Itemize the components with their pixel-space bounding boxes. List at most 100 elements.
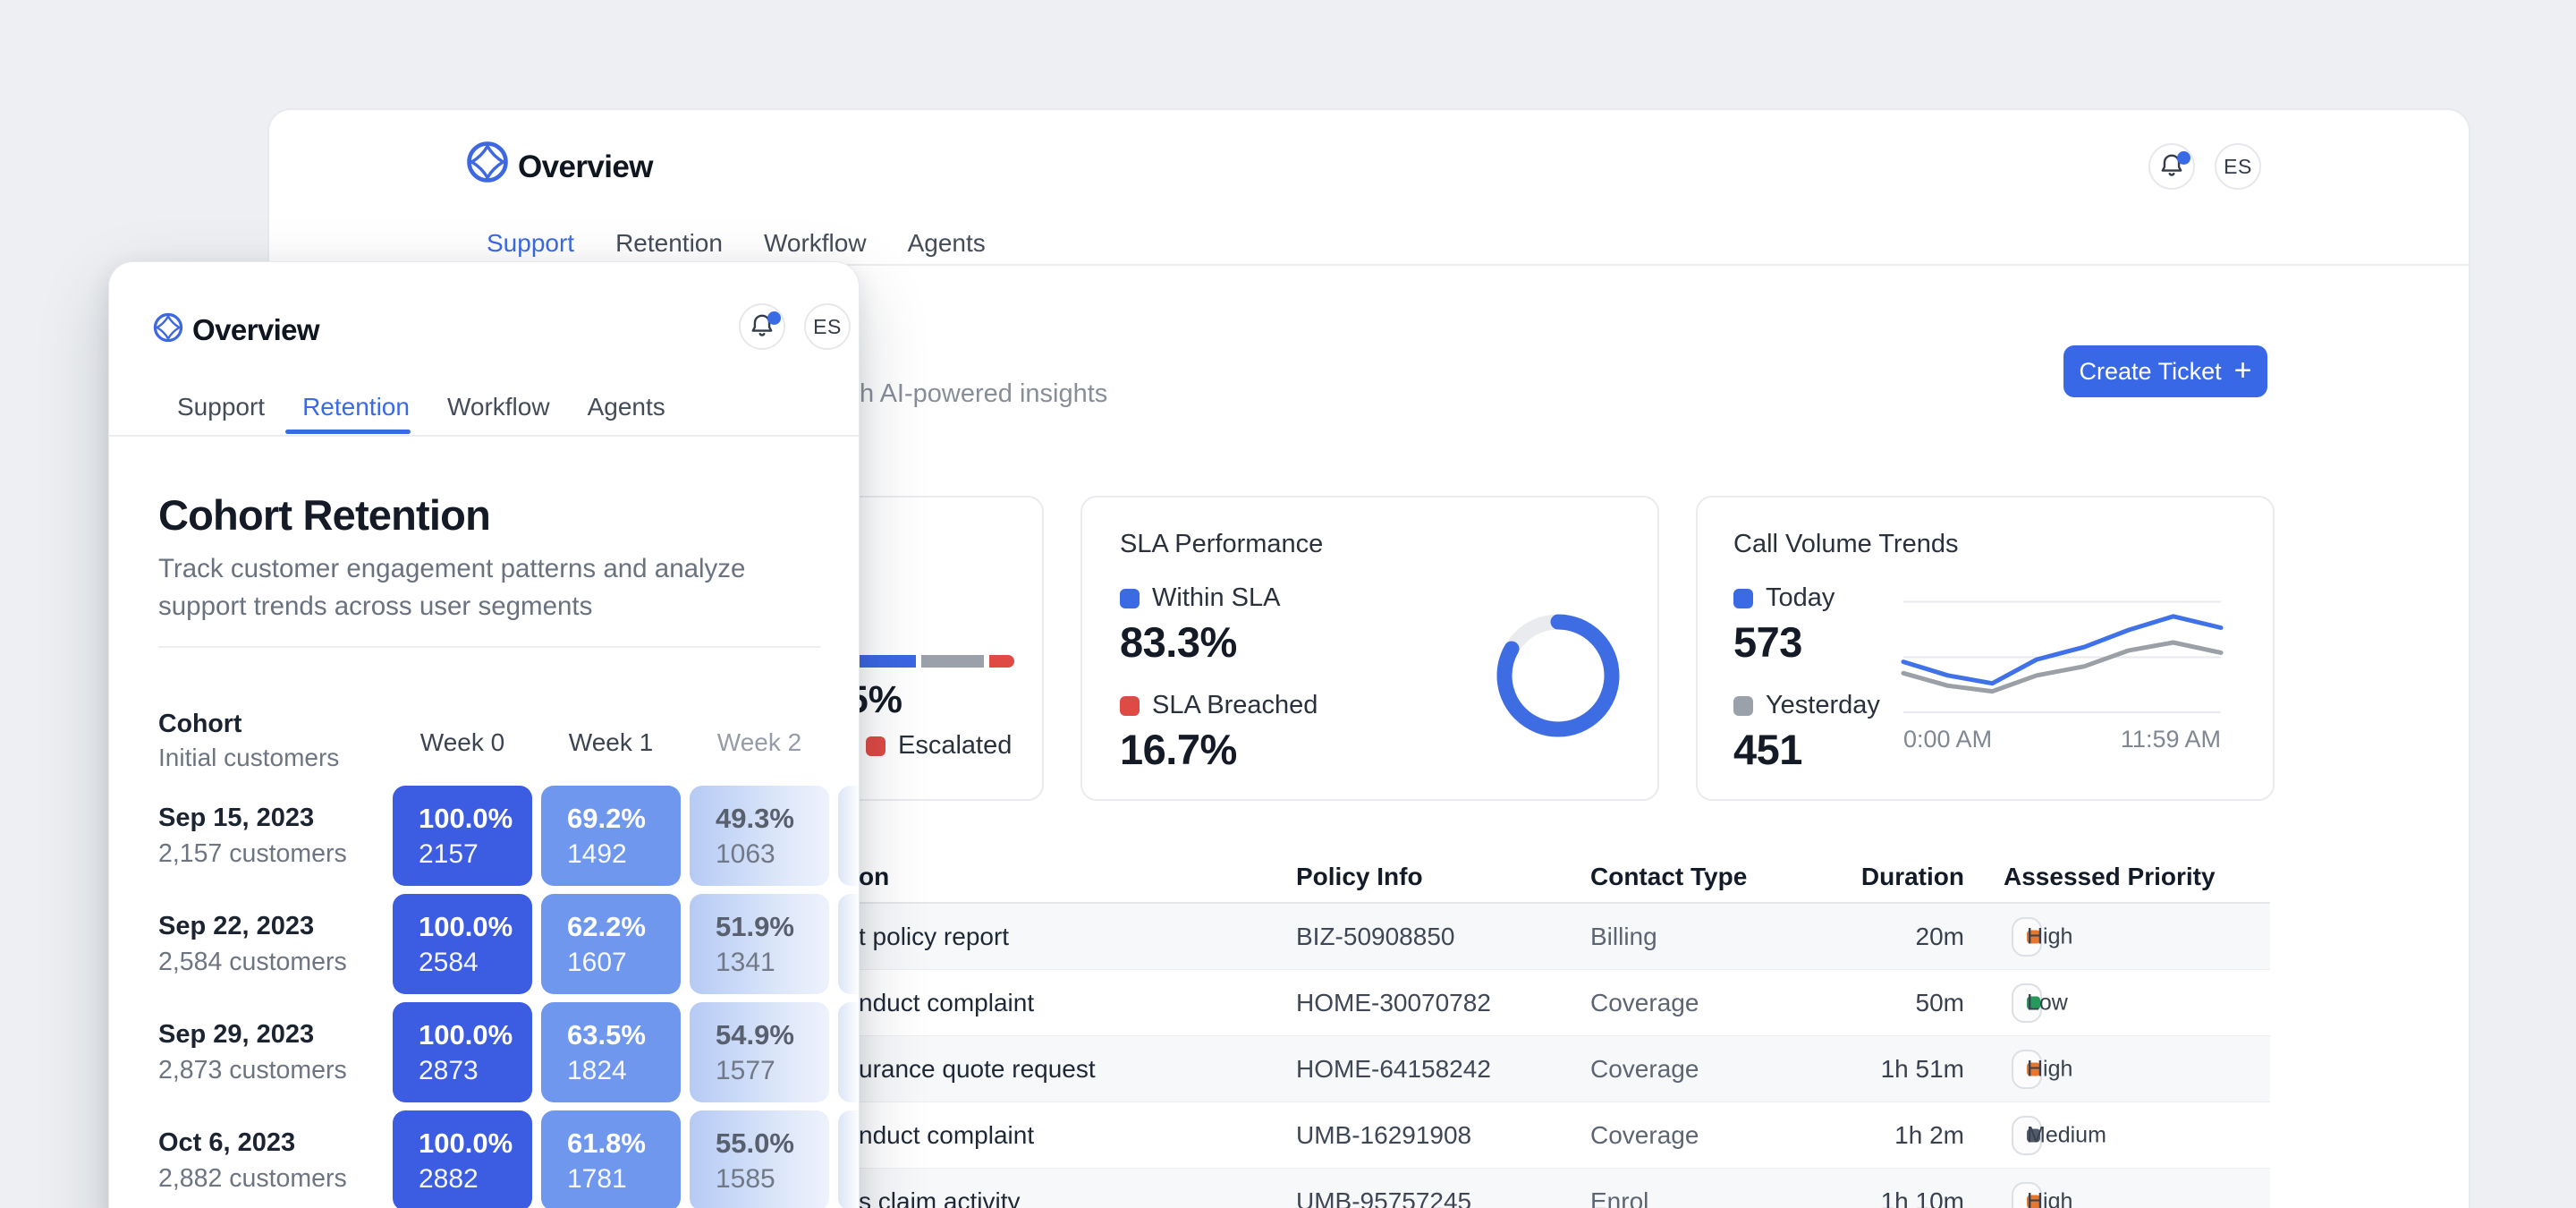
yesterday-value: 451	[1733, 725, 1802, 774]
retention-count: 1063	[716, 839, 775, 870]
cell-duration: 1h 51m	[1843, 1055, 1964, 1084]
notifications-button[interactable]	[739, 303, 785, 350]
tab-retention[interactable]: Retention	[615, 229, 723, 258]
cell-description-fragment: s claim activity	[859, 1187, 1020, 1208]
retention-count: 1341	[716, 948, 775, 978]
retention-cell: 100.0%2873	[393, 1002, 532, 1102]
bar-segment	[989, 655, 1014, 668]
create-ticket-button[interactable]: Create Ticket +	[2063, 345, 2267, 397]
x-axis-end: 11:59 AM	[2121, 726, 2221, 753]
cell-duration: 20m	[1843, 923, 1964, 951]
priority-label: High	[2027, 1056, 2072, 1082]
tab-workflow[interactable]: Workflow	[764, 229, 867, 258]
retention-percent: 49.3%	[716, 803, 794, 835]
week-1-header: Week 1	[541, 728, 681, 757]
cohort-size: 2,584 customers	[158, 948, 347, 977]
cohort-column-subheader: Initial customers	[158, 744, 339, 772]
week-3-cell-clipped	[838, 1110, 860, 1208]
retention-percent: 61.8%	[567, 1127, 646, 1160]
retention-cell: 100.0%2882	[393, 1110, 532, 1208]
retention-count: 1781	[567, 1164, 627, 1195]
tab-support[interactable]: Support	[487, 229, 574, 258]
retention-percent: 62.2%	[567, 911, 646, 943]
page-title: Cohort Retention	[158, 490, 490, 540]
retention-count: 1492	[567, 839, 627, 870]
retention-cell: 69.2%1492	[541, 786, 681, 886]
cell-contact-type: Coverage	[1590, 989, 1699, 1017]
cell-description-fragment: nduct complaint	[859, 989, 1034, 1017]
retention-percent: 100.0%	[419, 803, 513, 835]
cell-contact-type: Billing	[1590, 923, 1657, 951]
legend-swatch-blue	[1733, 589, 1753, 608]
tab-workflow[interactable]: Workflow	[447, 393, 550, 421]
dashboard-window-front: Overview ES Support Retention Workflow A…	[108, 261, 860, 1208]
yesterday-line	[1903, 642, 2221, 692]
cohort-date: Sep 15, 2023	[158, 804, 314, 833]
create-ticket-label: Create Ticket	[2080, 358, 2222, 386]
cohort-size: 2,882 customers	[158, 1164, 347, 1194]
notification-dot	[2177, 151, 2190, 165]
tab-agents[interactable]: Agents	[588, 393, 665, 421]
cohort-row: Oct 6, 20232,882 customers100.0%288261.8…	[109, 1110, 859, 1208]
priority-label: Medium	[2027, 1122, 2106, 1148]
sla-donut-chart	[1481, 599, 1635, 753]
retention-count: 2584	[419, 948, 479, 978]
cohort-date: Oct 6, 2023	[158, 1128, 295, 1158]
cell-policy-info: UMB-95757245	[1296, 1187, 1471, 1208]
card-title: SLA Performance	[1120, 530, 1323, 559]
cohort-size: 2,873 customers	[158, 1056, 347, 1085]
cell-duration: 1h 2m	[1843, 1121, 1964, 1150]
cell-description-fragment: t policy report	[859, 923, 1009, 951]
cohort-date: Sep 22, 2023	[158, 912, 314, 941]
cell-policy-info: HOME-64158242	[1296, 1055, 1491, 1084]
legend-yesterday: Yesterday	[1733, 691, 1880, 720]
user-avatar[interactable]: ES	[2215, 143, 2261, 190]
retention-count: 1585	[716, 1164, 775, 1195]
priority-label: High	[2027, 923, 2072, 949]
tabs-divider	[109, 435, 859, 437]
col-contact-type: Contact Type	[1590, 863, 1747, 891]
legend-label: SLA Breached	[1152, 691, 1318, 720]
retention-cell: 49.3% 1063	[690, 786, 829, 886]
week-0-header: Week 0	[393, 728, 532, 757]
week-3-cell-clipped	[838, 894, 860, 994]
window-title: Overview	[192, 313, 319, 347]
retention-cell: 55.0%1585	[690, 1110, 829, 1208]
priority-label: Low	[2027, 990, 2068, 1016]
retention-count: 2873	[419, 1056, 479, 1086]
legend-swatch-red	[1120, 696, 1140, 716]
tab-support[interactable]: Support	[177, 393, 265, 421]
app-logo-icon	[153, 312, 183, 343]
user-avatar[interactable]: ES	[804, 303, 851, 350]
retention-cell: 54.9%1577	[690, 1002, 829, 1102]
retention-count: 1577	[716, 1056, 775, 1086]
cell-contact-type: Coverage	[1590, 1121, 1699, 1150]
legend-sla-breached: SLA Breached	[1120, 691, 1318, 720]
page-subtitle-fragment: h AI-powered insights	[860, 379, 1107, 409]
retention-cell: 100.0%2584	[393, 894, 532, 994]
volume-line-chart	[1903, 600, 2221, 714]
priority-badge: High	[2012, 1050, 2042, 1089]
window-title: Overview	[518, 149, 653, 185]
cell-policy-info: BIZ-50908850	[1296, 923, 1454, 951]
legend-swatch-blue	[1120, 589, 1140, 608]
legend-escalated: Escalated	[866, 731, 1012, 761]
notifications-button[interactable]	[2148, 143, 2195, 190]
legend-label: Today	[1766, 583, 1835, 613]
priority-badge: High	[2012, 917, 2042, 957]
cell-duration: 50m	[1843, 989, 1964, 1017]
tab-bar: Support Retention Workflow Agents	[177, 393, 665, 421]
cell-contact-type: Enrol	[1590, 1187, 1648, 1208]
legend-swatch-gray	[1733, 696, 1753, 716]
cohort-row: Sep 15, 20232,157 customers100.0%215769.…	[109, 786, 859, 886]
retention-cell: 100.0%2157	[393, 786, 532, 886]
tab-retention[interactable]: Retention	[302, 393, 410, 421]
avatar-initials: ES	[813, 315, 842, 339]
cell-contact-type: Coverage	[1590, 1055, 1699, 1084]
col-description-fragment: on	[859, 863, 889, 891]
tab-agents[interactable]: Agents	[908, 229, 986, 258]
retention-cell: 61.8% 1781	[541, 1110, 681, 1208]
card-title: Call Volume Trends	[1733, 530, 1958, 559]
avatar-initials: ES	[2224, 155, 2252, 179]
page-subtitle: Track customer engagement patterns and a…	[158, 550, 825, 625]
